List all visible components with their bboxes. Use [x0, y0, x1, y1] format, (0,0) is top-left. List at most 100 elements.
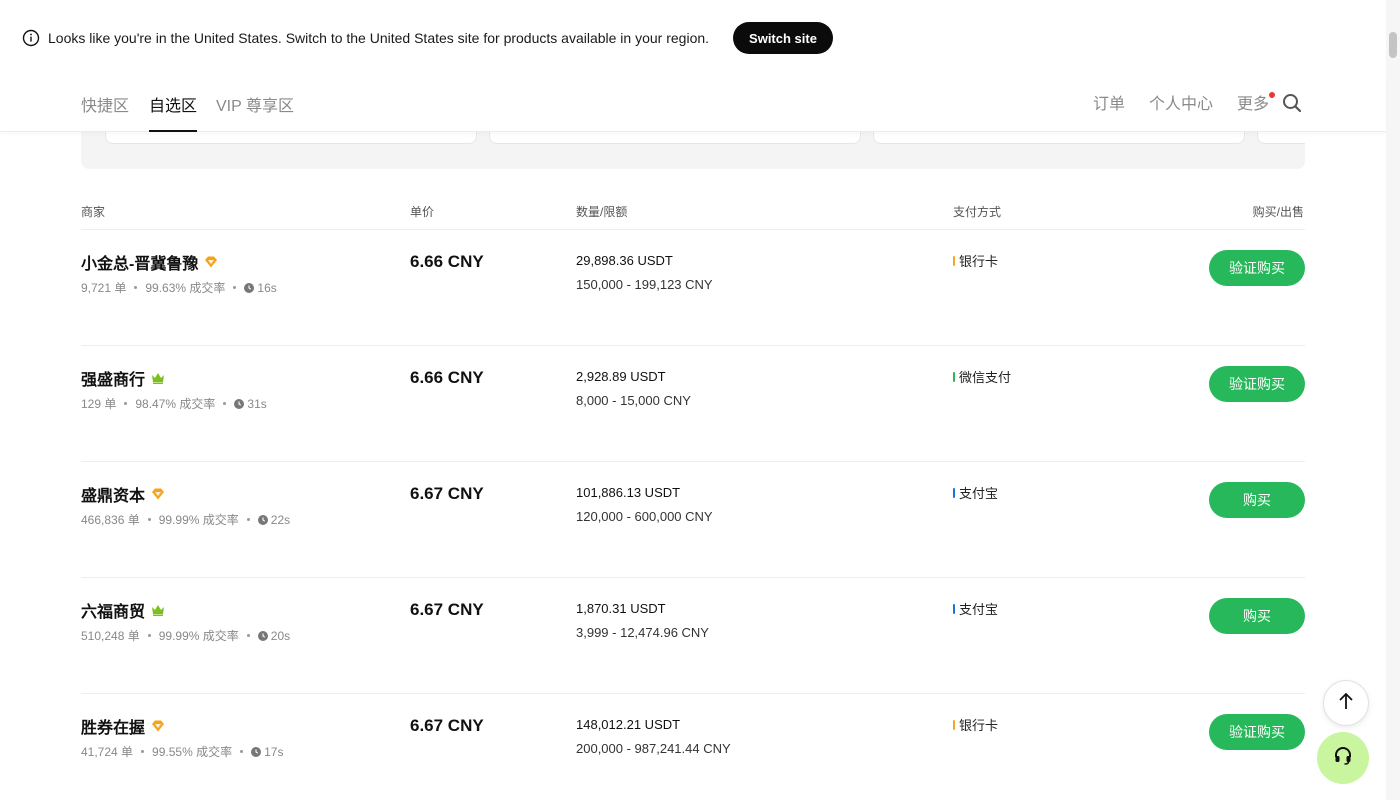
diamond-badge-icon — [204, 255, 218, 269]
payment-color-bar — [953, 255, 955, 266]
arrow-up-icon — [1338, 692, 1354, 715]
tab-express[interactable]: 快捷区 — [81, 76, 129, 132]
tab-vip[interactable]: VIP 尊享区 — [216, 76, 294, 132]
merchant-name[interactable]: 胜券在握 — [81, 714, 165, 738]
payment-method: 银行卡 — [953, 251, 998, 270]
crown-badge-icon — [151, 603, 165, 617]
merchant-name[interactable]: 强盛商行 — [81, 366, 165, 390]
completion-rate: 99.63% 成交率 — [145, 281, 226, 295]
payment-method-label: 银行卡 — [959, 254, 999, 269]
merchant-stats: 9,721 单 99.63% 成交率 16s — [81, 279, 277, 296]
order-count: 9,721 单 — [81, 281, 127, 295]
search-icon[interactable] — [1282, 93, 1302, 113]
unit-price: 6.67 CNY — [410, 600, 484, 619]
avg-release-time: 20s — [270, 628, 291, 643]
merchant-name[interactable]: 小金总-晋冀鲁豫 — [81, 250, 218, 274]
unit-price: 6.66 CNY — [410, 252, 484, 271]
order-count: 466,836 单 — [81, 513, 140, 527]
diamond-badge-icon — [151, 719, 165, 733]
merchant-name[interactable]: 六福商贸 — [81, 598, 165, 622]
table-row: 胜券在握 41,724 单 99.55% 成交率 17s 6.67 CNY 14… — [81, 694, 1305, 800]
payment-color-bar — [953, 487, 955, 498]
page-scrollbar[interactable] — [1386, 0, 1400, 800]
available-quantity: 1,870.31 USDT — [576, 601, 666, 616]
column-header-merchant: 商家 — [81, 205, 106, 219]
switch-site-button[interactable]: Switch site — [733, 22, 833, 54]
completion-rate: 98.47% 成交率 — [135, 397, 216, 411]
completion-rate: 99.99% 成交率 — [158, 629, 239, 643]
buy-button[interactable]: 购买 — [1209, 482, 1305, 518]
order-limit: 150,000 - 199,123 CNY — [576, 277, 713, 292]
headset-icon — [1333, 746, 1353, 771]
table-row: 六福商贸 510,248 单 99.99% 成交率 20s 6.67 CNY 1… — [81, 578, 1305, 694]
payment-color-bar — [953, 719, 955, 730]
order-count: 510,248 单 — [81, 629, 140, 643]
notification-dot — [1269, 92, 1276, 98]
customer-support-button[interactable] — [1317, 732, 1369, 784]
crown-badge-icon — [151, 371, 165, 385]
clock-icon — [257, 514, 268, 525]
avg-release-time: 17s — [264, 744, 284, 759]
merchant-stats: 510,248 单 99.99% 成交率 20s — [81, 627, 290, 644]
order-count: 129 单 — [81, 397, 117, 411]
info-icon — [22, 29, 40, 47]
banner-message: Looks like you're in the United States. … — [48, 30, 710, 46]
order-limit: 200,000 - 987,241.44 CNY — [576, 741, 731, 756]
completion-rate: 99.55% 成交率 — [152, 745, 233, 759]
payment-method-label: 支付宝 — [959, 602, 999, 617]
payment-method-label: 银行卡 — [959, 718, 999, 733]
column-header-payment: 支付方式 — [953, 205, 1002, 219]
region-banner: Looks like you're in the United States. … — [0, 0, 1386, 76]
separator-dot — [223, 402, 227, 405]
available-quantity: 101,886.13 USDT — [576, 485, 681, 500]
unit-price: 6.67 CNY — [410, 484, 484, 503]
back-to-top-button[interactable] — [1323, 680, 1369, 726]
payment-method: 支付宝 — [953, 483, 998, 502]
available-quantity: 29,898.36 USDT — [576, 253, 673, 268]
payment-method: 微信支付 — [953, 367, 1011, 386]
merchant-name[interactable]: 盛鼎资本 — [81, 482, 165, 506]
separator-dot — [124, 402, 128, 405]
order-limit: 3,999 - 12,474.96 CNY — [576, 625, 709, 640]
merchant-stats: 129 单 98.47% 成交率 31s — [81, 395, 267, 412]
nav-more-link[interactable]: 更多 — [1237, 76, 1276, 128]
nav-profile-link[interactable]: 个人中心 — [1149, 76, 1213, 128]
verify-buy-button[interactable]: 验证购买 — [1209, 250, 1305, 286]
column-header-action: 购买/出售 — [1252, 205, 1304, 219]
scrollbar-thumb[interactable] — [1389, 32, 1397, 58]
merchant-name-text: 盛鼎资本 — [81, 488, 146, 505]
payment-method-label: 微信支付 — [959, 370, 1012, 385]
clock-icon — [234, 398, 245, 409]
completion-rate: 99.99% 成交率 — [158, 513, 239, 527]
available-quantity: 148,012.21 USDT — [576, 717, 681, 732]
table-row: 小金总-晋冀鲁豫 9,721 单 99.63% 成交率 16s 6.66 CNY… — [81, 230, 1305, 346]
payment-method: 支付宝 — [953, 599, 998, 618]
avg-release-time: 31s — [247, 396, 267, 411]
separator-dot — [240, 750, 244, 753]
separator-dot — [246, 634, 250, 637]
merchant-stats: 41,724 单 99.55% 成交率 17s — [81, 743, 283, 760]
merchant-name-text: 小金总-晋冀鲁豫 — [81, 256, 199, 273]
unit-price: 6.67 CNY — [410, 716, 484, 735]
verify-buy-button[interactable]: 验证购买 — [1209, 714, 1305, 750]
avg-release-time: 16s — [257, 280, 277, 295]
buy-button[interactable]: 购买 — [1209, 598, 1305, 634]
nav-more-label: 更多 — [1237, 96, 1270, 113]
separator-dot — [147, 634, 151, 637]
clock-icon — [244, 282, 255, 293]
unit-price: 6.66 CNY — [410, 368, 484, 387]
merchant-name-text: 强盛商行 — [81, 372, 146, 389]
merchant-name-text: 胜券在握 — [81, 720, 146, 737]
merchant-name-text: 六福商贸 — [81, 604, 146, 621]
table-row: 强盛商行 129 单 98.47% 成交率 31s 6.66 CNY 2,928… — [81, 346, 1305, 462]
tab-self-select[interactable]: 自选区 — [149, 76, 198, 132]
nav-orders-link[interactable]: 订单 — [1093, 76, 1125, 128]
separator-dot — [233, 286, 237, 289]
payment-method-label: 支付宝 — [959, 486, 999, 501]
verify-buy-button[interactable]: 验证购买 — [1209, 366, 1305, 402]
separator-dot — [134, 286, 138, 289]
top-nav: 快捷区 自选区 VIP 尊享区 订单 个人中心 更多 — [0, 76, 1386, 132]
column-header-price: 单价 — [410, 205, 435, 219]
merchant-stats: 466,836 单 99.99% 成交率 22s — [81, 511, 290, 528]
payment-method: 银行卡 — [953, 715, 998, 734]
